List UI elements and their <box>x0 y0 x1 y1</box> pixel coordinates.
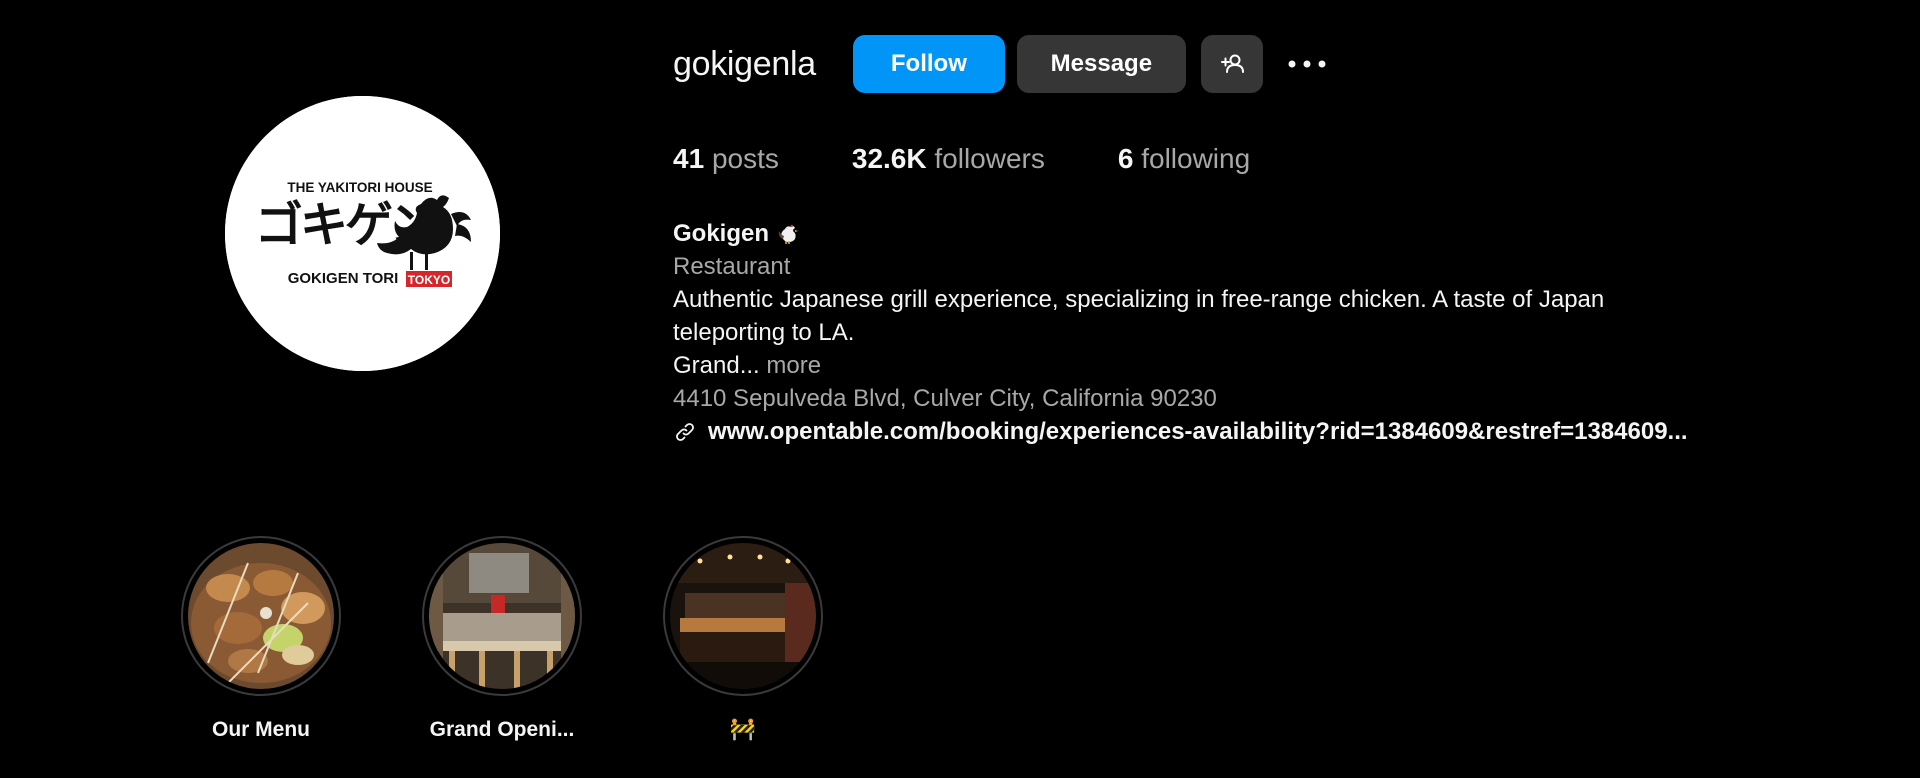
more-options-icon <box>1288 60 1326 68</box>
bio-link-text: www.opentable.com/booking/experiences-av… <box>708 418 1688 445</box>
message-button[interactable]: Message <box>1016 35 1186 93</box>
bio-address: 4410 Sepulveda Blvd, Culver City, Califo… <box>673 385 1217 412</box>
followers-number: 32.6K <box>851 143 927 174</box>
logo-bottom-text: GOKIGEN TORI <box>288 270 399 287</box>
highlight-construction[interactable]: 🚧 <box>633 536 853 742</box>
bio-external-link[interactable]: www.opentable.com/booking/experiences-av… <box>673 415 1833 448</box>
follow-button[interactable]: Follow <box>852 35 1005 93</box>
profile-avatar[interactable]: THE YAKITORI HOUSE ゴキゲン GOKIGEN TORI TOK… <box>225 96 500 371</box>
profile-stats: 41 posts 32.6K followers 6 following <box>673 143 1323 175</box>
display-name: Gokigen <box>673 220 770 247</box>
bio-name-row: Gokigen <box>673 217 1833 250</box>
highlight-ring <box>181 536 341 696</box>
rooster-icon <box>778 224 799 244</box>
highlight-label: Grand Openi... <box>429 718 575 741</box>
highlight-label: Our Menu <box>212 718 310 741</box>
profile-bio: Gokigen Restaurant Authentic Japanese gr… <box>673 217 1833 448</box>
bio-text-line-1: Authentic Japanese grill experience, spe… <box>673 286 1605 313</box>
profile-page: THE YAKITORI HOUSE ゴキゲン GOKIGEN TORI TOK… <box>0 0 1920 778</box>
posts-count: 41 posts <box>673 143 779 175</box>
bio-more-link[interactable]: more <box>766 352 821 379</box>
bio-text-line-3: Grand... more <box>673 349 1833 382</box>
more-options-button[interactable] <box>1285 42 1329 86</box>
following-label: following <box>1141 143 1251 174</box>
posts-number: 41 <box>673 143 705 174</box>
bio-text-truncated: Grand... <box>673 352 760 379</box>
add-user-icon <box>1220 54 1244 73</box>
logo-top-text: THE YAKITORI HOUSE <box>287 180 432 195</box>
following-link[interactable]: 6 following <box>1118 143 1250 175</box>
highlight-our-menu[interactable]: Our Menu <box>151 536 371 742</box>
followers-link[interactable]: 32.6K followers <box>852 143 1045 175</box>
logo-badge-text: TOKYO <box>408 273 450 287</box>
profile-header: gokigenla Follow Message <box>673 34 1329 94</box>
highlight-ring <box>422 536 582 696</box>
highlight-image-bar <box>670 543 816 689</box>
highlight-label: 🚧 <box>729 718 757 741</box>
highlight-grand-opening[interactable]: Grand Openi... <box>392 536 612 742</box>
posts-label: posts <box>711 143 779 174</box>
gokigen-logo: THE YAKITORI HOUSE ゴキゲン GOKIGEN TORI TOK… <box>225 96 500 371</box>
highlight-ring <box>663 536 823 696</box>
following-number: 6 <box>1117 143 1134 174</box>
suggested-accounts-button[interactable] <box>1200 35 1263 93</box>
bio-category: Restaurant <box>673 253 791 280</box>
story-highlights: Our Menu Grand Openi... 🚧 <box>0 536 1920 756</box>
link-icon <box>676 422 694 441</box>
highlight-image-yakitori <box>188 543 334 689</box>
bio-text-line-2: teleporting to LA. <box>673 319 855 346</box>
username: gokigenla <box>673 44 816 83</box>
followers-label: followers <box>934 143 1045 174</box>
highlight-image-interior <box>429 543 575 689</box>
